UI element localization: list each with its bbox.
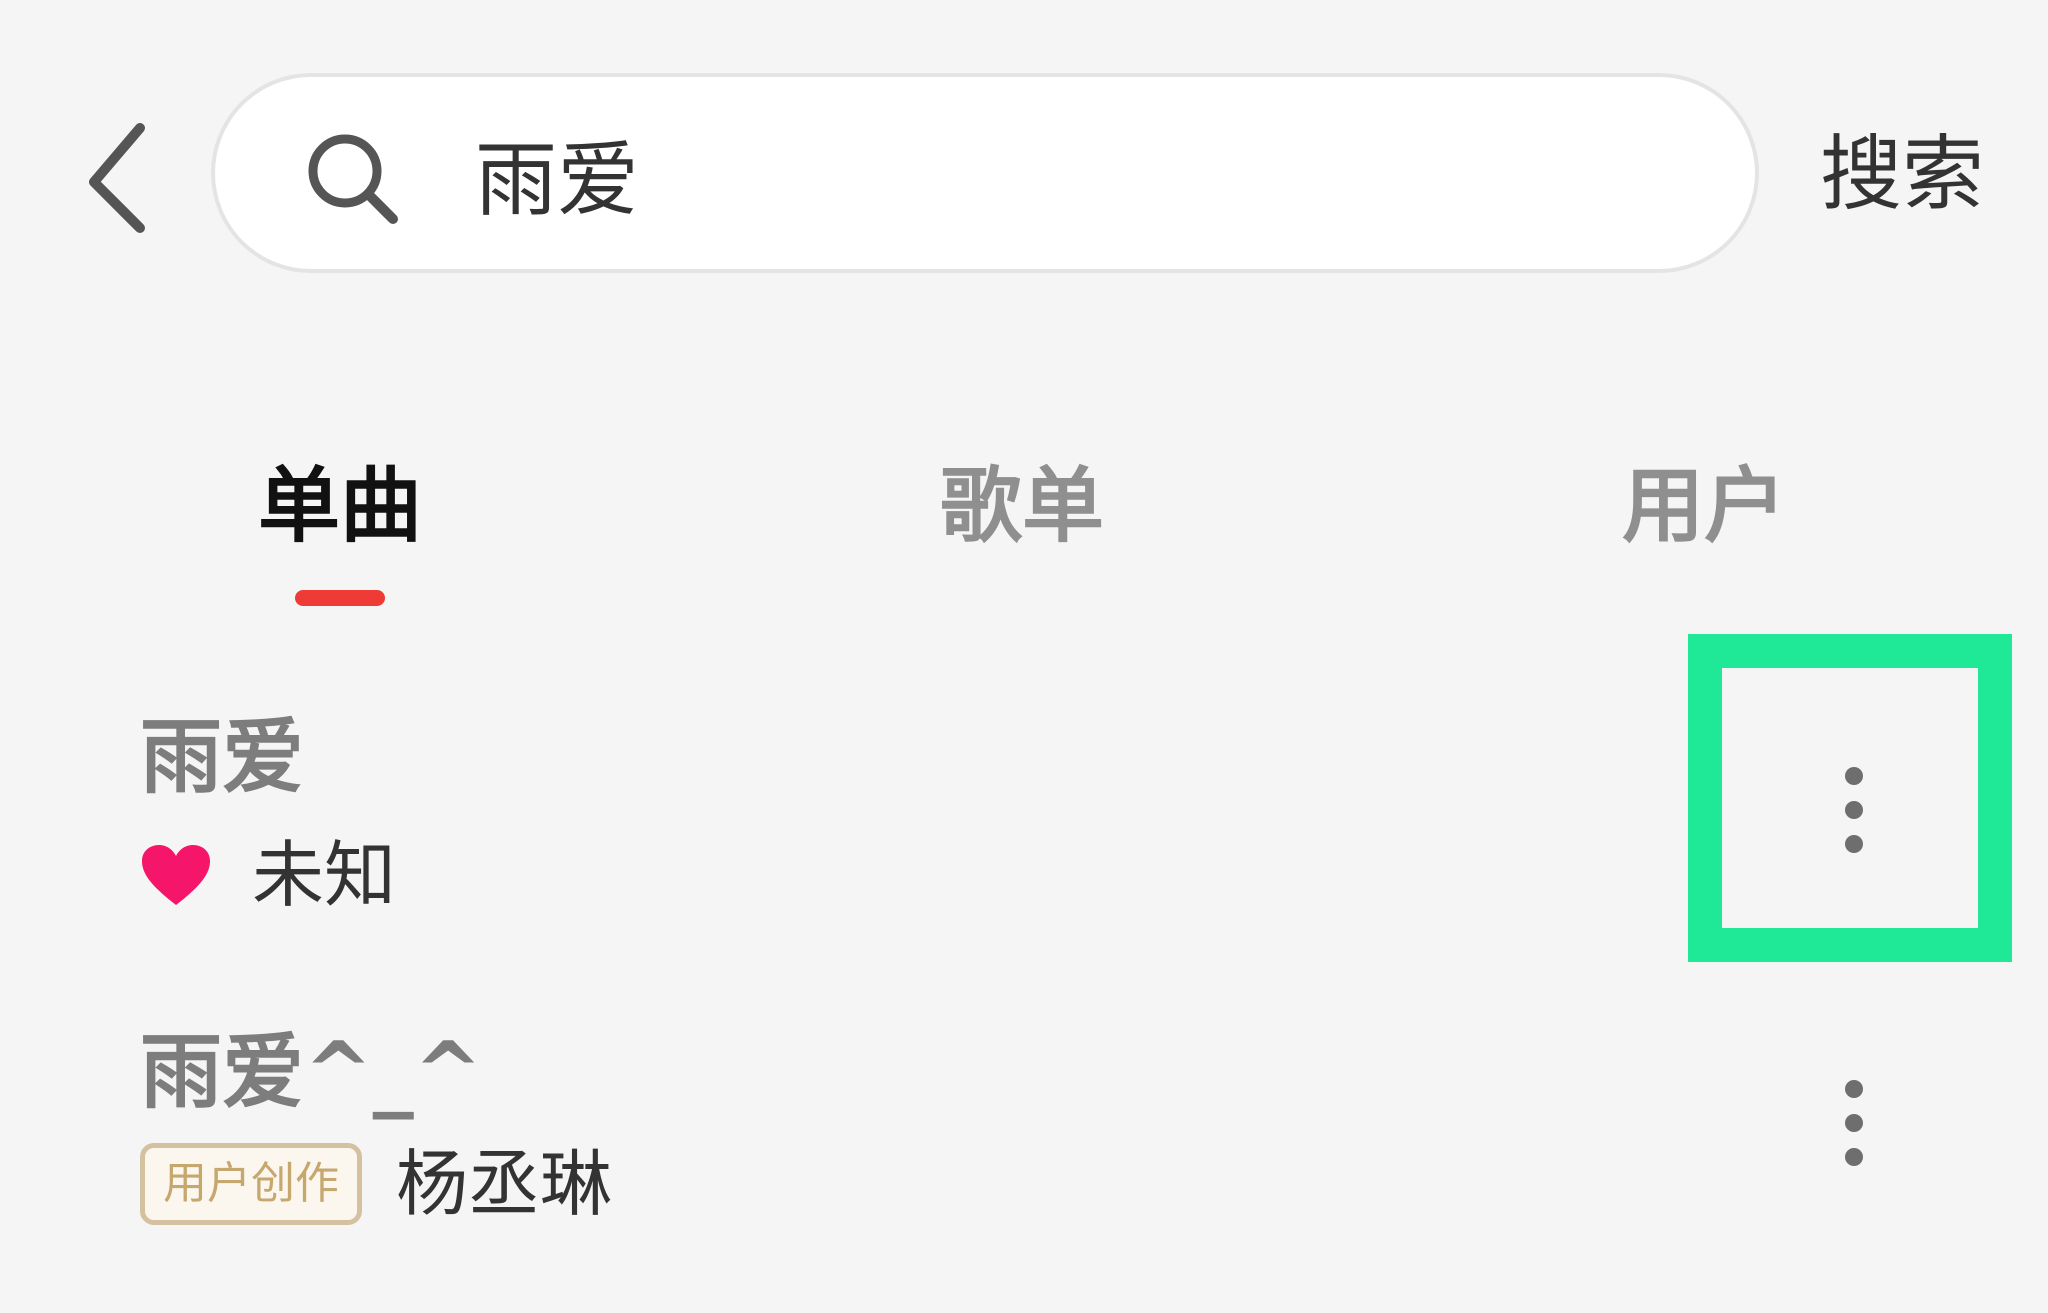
- song-artist: 未知: [252, 833, 397, 917]
- more-vertical-icon: [1845, 1080, 1863, 1166]
- search-icon: [308, 134, 398, 224]
- user-created-badge: 用户创作: [140, 1143, 362, 1225]
- back-button[interactable]: [78, 110, 168, 240]
- song-title[interactable]: 雨爱: [140, 703, 304, 813]
- chevron-left-icon: [89, 123, 145, 233]
- more-options-button[interactable]: [1822, 750, 1886, 870]
- active-tab-indicator: [295, 590, 385, 606]
- more-vertical-icon: [1845, 767, 1863, 853]
- more-options-button[interactable]: [1822, 1063, 1886, 1183]
- song-subtitle: 未知: [140, 825, 396, 925]
- search-results-screen: 搜索 单曲 歌单 用户 雨爱 未知 雨爱^_^ 用户创作 杨丞琳: [0, 0, 2048, 1313]
- tab-playlist[interactable]: 歌单: [902, 452, 1142, 562]
- search-button[interactable]: 搜索: [1820, 120, 1984, 230]
- song-subtitle: 用户创作 杨丞琳: [140, 1134, 612, 1234]
- search-input[interactable]: [475, 107, 1675, 237]
- search-bar[interactable]: [211, 73, 1759, 273]
- tab-single[interactable]: 单曲: [220, 452, 460, 562]
- tab-user[interactable]: 用户: [1584, 452, 1824, 562]
- song-artist: 杨丞琳: [396, 1142, 613, 1226]
- song-title[interactable]: 雨爱^_^: [140, 1018, 482, 1128]
- heart-icon: [142, 845, 210, 905]
